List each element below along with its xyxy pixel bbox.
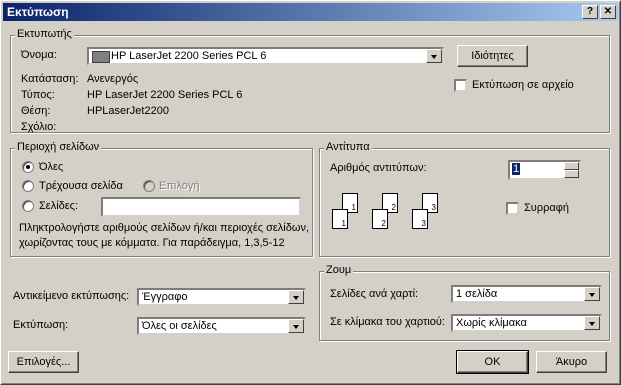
status-label: Κατάσταση: (21, 73, 79, 85)
chevron-down-icon[interactable] (584, 316, 600, 330)
pages-label: Σελίδες: (39, 200, 79, 212)
location-label: Θέση: (21, 105, 51, 117)
options-button[interactable]: Επιλογές... (8, 351, 79, 373)
chevron-down-icon[interactable] (288, 319, 304, 333)
location-value: HPLaserJet2200 (87, 105, 169, 117)
copies-count-spinner[interactable]: 1 (508, 160, 581, 180)
collate-label: Συρραφή (524, 202, 569, 214)
print-label: Εκτύπωση: (13, 319, 69, 331)
printer-group-label: Εκτυπωτής (15, 28, 74, 40)
status-value: Ανενεργός (87, 73, 139, 85)
print-to-file-label: Εκτύπωση σε αρχείο (472, 79, 574, 91)
close-button[interactable]: ✕ (600, 5, 616, 19)
pages-help-line-2: χωρίζοντας τους με κόμματα. Για παράδειγ… (19, 237, 285, 249)
pages-per-sheet-label: Σελίδες ανά χαρτί: (330, 288, 419, 300)
printer-icon (92, 51, 110, 63)
chevron-down-icon[interactable] (584, 287, 600, 301)
printer-name-select[interactable]: HP LaserJet 2200 Series PCL 6 (87, 47, 444, 65)
print-dialog: Εκτύπωση ? ✕ Εκτυπωτής Όνομα: HP LaserJe… (0, 0, 621, 385)
zoom-group-label: Ζουμ (324, 264, 354, 276)
printer-name-label: Όνομα: (21, 49, 57, 61)
comment-label: Σχόλιο: (21, 121, 57, 133)
ok-button[interactable]: OK (456, 350, 529, 374)
pages-input[interactable] (101, 197, 301, 217)
copies-group: Αντίτυπα Αριθμός αντιτύπων: 1 1 1 2 2 3 … (319, 141, 610, 257)
window-title: Εκτύπωση (7, 5, 69, 19)
spinner-down-icon[interactable] (564, 170, 579, 178)
scale-select[interactable]: Χωρίς κλίμακα (451, 314, 602, 332)
print-to-file-checkbox[interactable] (454, 79, 467, 92)
help-button[interactable]: ? (582, 5, 598, 19)
current-page-radio[interactable] (22, 180, 34, 192)
printer-group: Εκτυπωτής Όνομα: HP LaserJet 2200 Series… (10, 28, 610, 133)
title-bar[interactable]: Εκτύπωση ? ✕ (3, 3, 618, 21)
zoom-group: Ζουμ Σελίδες ανά χαρτί: 1 σελίδα Σε κλίμ… (319, 264, 610, 341)
spinner-up-icon[interactable] (564, 162, 579, 170)
pages-help-line-1: Πληκτρολογήστε αριθμούς σελίδων ή/και πε… (19, 222, 310, 234)
pages-radio[interactable] (22, 200, 34, 212)
collate-checkbox[interactable] (506, 202, 519, 215)
type-label: Τύπος: (21, 89, 55, 101)
scale-label: Σε κλίμακα του χαρτιού: (330, 316, 445, 328)
page-range-group: Περιοχή σελίδων Όλες Τρέχουσα σελίδα Επι… (10, 141, 313, 257)
properties-button[interactable]: Ιδιότητες (457, 45, 528, 67)
type-value: HP LaserJet 2200 Series PCL 6 (87, 89, 243, 101)
pages-per-sheet-select[interactable]: 1 σελίδα (451, 285, 602, 303)
print-what-select[interactable]: Έγγραφο (137, 288, 306, 306)
copies-group-label: Αντίτυπα (324, 141, 372, 153)
chevron-down-icon[interactable] (426, 49, 442, 63)
selection-radio (143, 180, 155, 192)
chevron-down-icon[interactable] (288, 290, 304, 304)
page-range-group-label: Περιοχή σελίδων (15, 141, 102, 153)
selection-label: Επιλογή (159, 180, 200, 192)
all-pages-label: Όλες (39, 161, 64, 173)
current-page-label: Τρέχουσα σελίδα (39, 180, 123, 192)
cancel-button[interactable]: Άκυρο (536, 351, 607, 373)
print-what-label: Αντικείμενο εκτύπωσης: (13, 290, 130, 302)
print-select[interactable]: Όλες οι σελίδες (137, 317, 306, 335)
collate-preview-icon: 1 1 2 2 3 3 (332, 193, 452, 235)
copies-count-label: Αριθμός αντιτύπων: (330, 162, 427, 174)
all-pages-radio[interactable] (22, 161, 34, 173)
